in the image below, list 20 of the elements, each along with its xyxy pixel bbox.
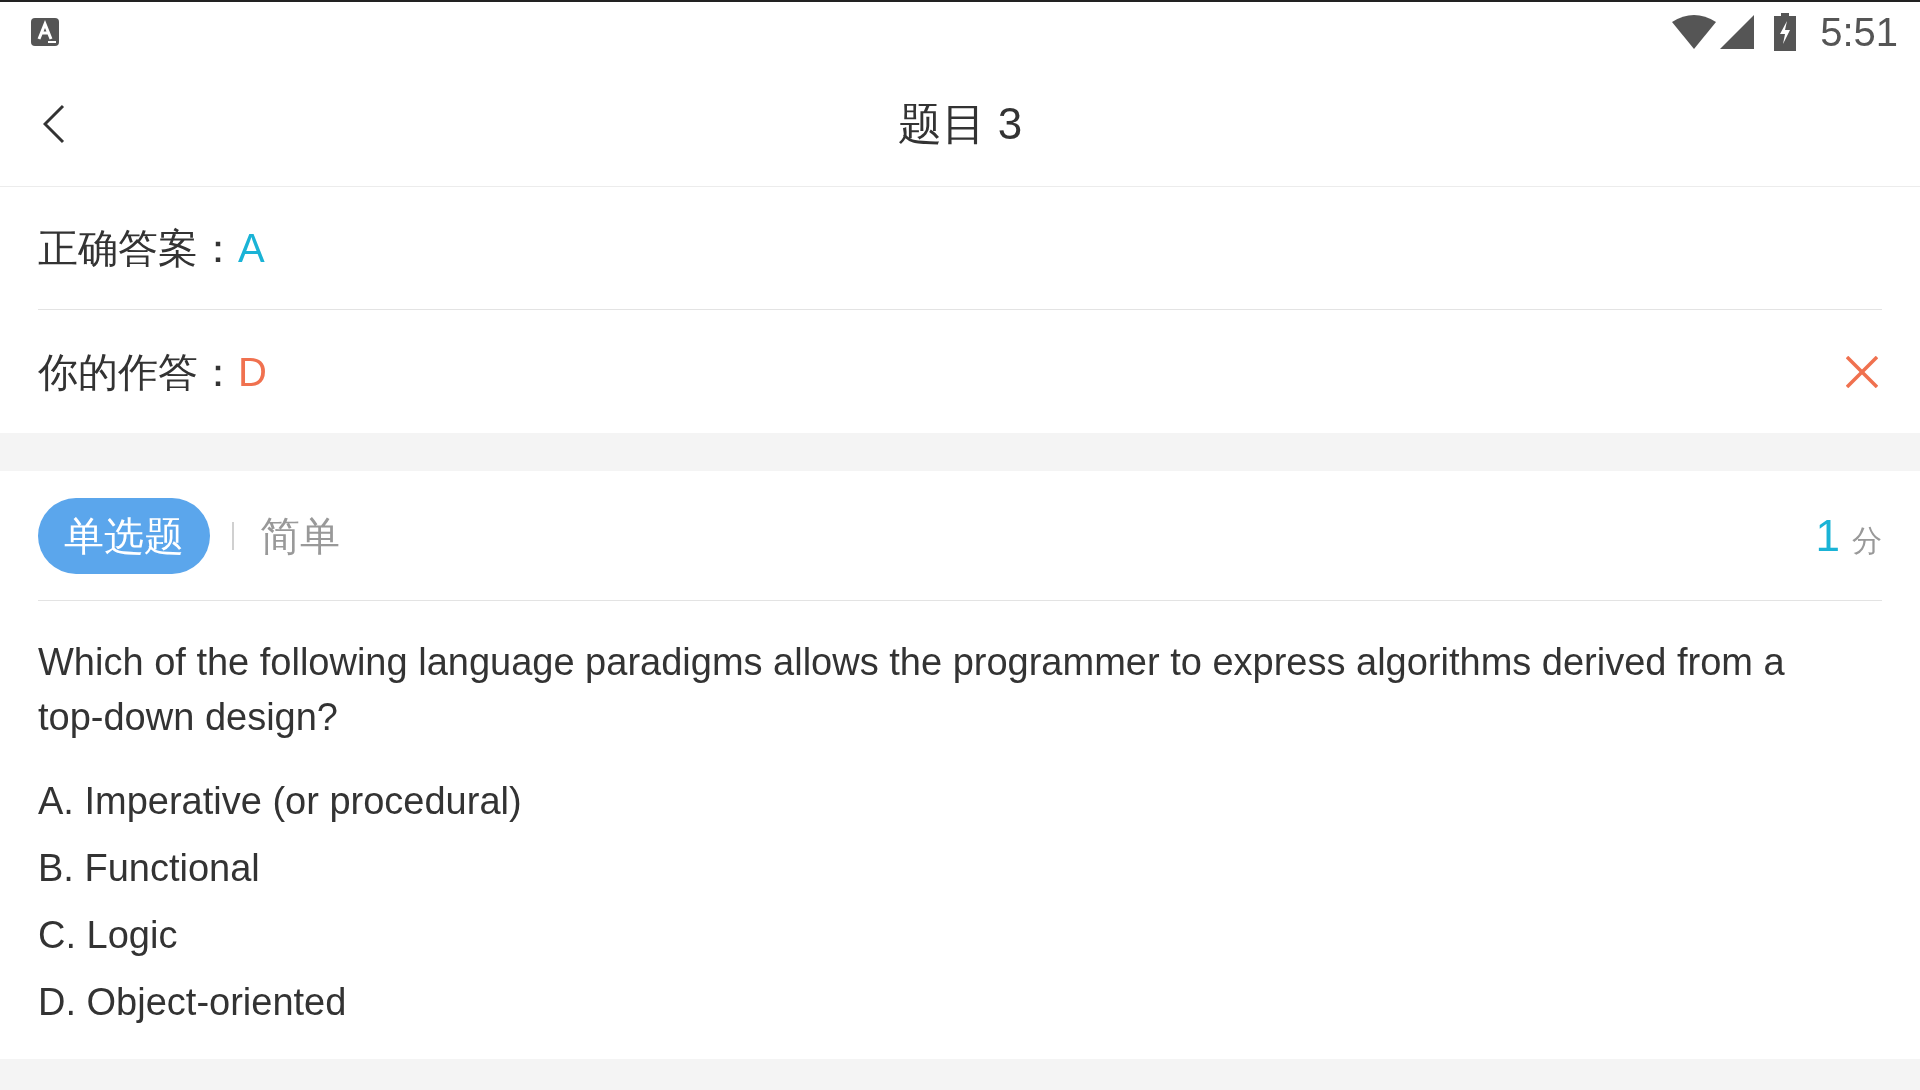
- answer-value: D: [238, 348, 267, 396]
- answer-label: 正确答案：: [38, 225, 238, 272]
- answer-value: A: [238, 225, 265, 272]
- question-text: Which of the following language paradigms allows the programmer to express algorithms derived from a top-down design?: [38, 640, 1786, 740]
- clock-time: 5:51: [1820, 12, 1898, 52]
- difficulty-label: 简单: [260, 512, 340, 560]
- chevron-left-icon: [43, 104, 65, 144]
- answer-option: C. Logic: [38, 902, 178, 969]
- signal-icon: [1720, 15, 1755, 49]
- answer-label: 你的作答：: [38, 348, 238, 396]
- battery-charging-icon: [1774, 13, 1797, 51]
- answer-option: A. Imperative (or procedural): [38, 768, 522, 835]
- score-value: 1: [1815, 509, 1840, 562]
- question-type-tag: 单选题: [38, 497, 210, 574]
- wifi-icon: [1672, 15, 1717, 49]
- answer-option: B. Functional: [38, 835, 260, 902]
- score-unit: 分: [1852, 522, 1882, 559]
- app-notification-icon: [31, 18, 59, 46]
- answer-option: D. Object-oriented: [38, 969, 347, 1036]
- page-title: 题目 3: [897, 98, 1023, 150]
